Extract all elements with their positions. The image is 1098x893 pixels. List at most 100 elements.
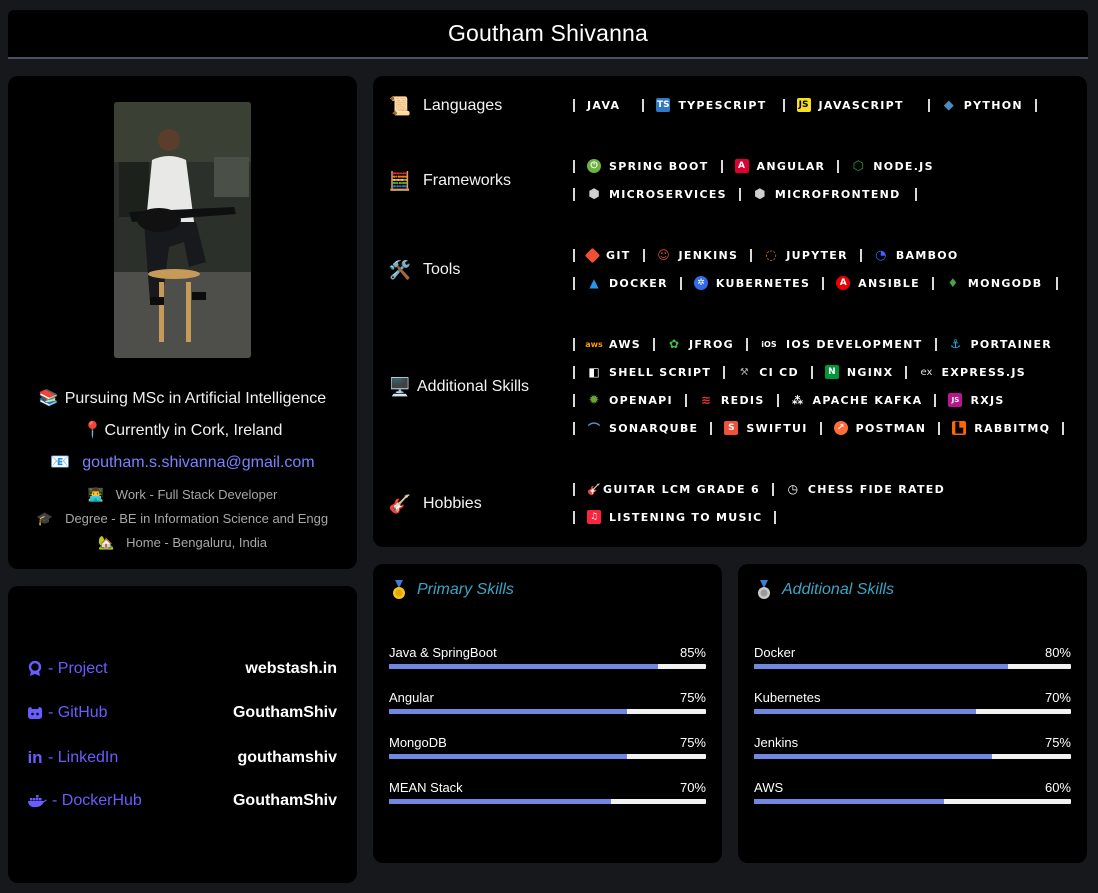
- label-text: GUITAR LCM GRADE 6: [603, 482, 760, 496]
- badge-row: ◧ SHELL SCRIPT ⚒ CI CD N NGINX ex EXPRESS.JS: [567, 364, 1032, 380]
- link-value[interactable]: GouthamShiv: [233, 704, 337, 722]
- profile-card: 📚 Pursuing MSc in Artificial Intelligence…: [8, 76, 357, 569]
- kubernetes-icon: ✲: [693, 276, 708, 290]
- redis-icon: ≋: [700, 393, 711, 407]
- shell-icon: ◧: [588, 365, 600, 379]
- label-text: PORTAINER: [970, 337, 1053, 351]
- progress-fill: [754, 664, 1008, 669]
- jfrog-icon: ✿: [668, 337, 680, 351]
- badge-separator: [905, 365, 908, 379]
- label-text: RABBITMQ: [974, 421, 1051, 435]
- badge-separator: [819, 421, 822, 435]
- express-icon: ex: [920, 366, 933, 378]
- badge-separator: [774, 510, 777, 524]
- label-text: SWIFTUI: [746, 421, 808, 435]
- badge-git: GIT: [581, 247, 637, 263]
- progress-fill: [389, 664, 659, 669]
- link-row-dockerhub[interactable]: - DockerHub GouthamShiv: [26, 792, 337, 810]
- badge-separator: [573, 393, 575, 407]
- badge-row: GIT ☺ JENKINS ◌ JUPYTER ◔ BAMBOO: [567, 247, 965, 263]
- badge-separator: [822, 276, 825, 290]
- link-label[interactable]: - DockerHub: [26, 792, 142, 810]
- email-line: 📧 goutham.s.shivanna@gmail.com: [8, 452, 357, 472]
- link-label[interactable]: - GitHub: [26, 704, 108, 722]
- docker-icon: ▲: [589, 276, 599, 290]
- badge-ios: iOS IOS DEVELOPMENT: [754, 337, 929, 351]
- badge-separator: [1056, 276, 1059, 290]
- badge-microservices: ⬢ MICROSERVICES: [581, 187, 733, 202]
- label-text: MICROSERVICES: [609, 187, 727, 201]
- progress-bar: [389, 709, 706, 714]
- badge-separator: [684, 393, 687, 407]
- jenkins-icon: ☺: [657, 248, 670, 262]
- badge-separator: [738, 187, 741, 201]
- progress-label-row: Java & SpringBoot 85%: [389, 645, 706, 660]
- swift-icon: S: [724, 421, 739, 435]
- docker-icon: [26, 794, 48, 808]
- progress-row: AWS 60%: [754, 780, 1071, 804]
- badge-rxjs: JS RXJS: [942, 393, 1010, 407]
- linkedin-icon: in: [27, 748, 43, 767]
- link-label[interactable]: - Project: [26, 660, 108, 678]
- progress-label-row: AWS 60%: [754, 780, 1071, 795]
- badge-bamboo: ◔ BAMBOO: [868, 248, 965, 263]
- link-row-linkedin[interactable]: in - LinkedIn gouthamshiv: [26, 748, 337, 768]
- label-text: 75%: [1044, 735, 1071, 750]
- progress-row: Kubernetes 70%: [754, 690, 1071, 714]
- label-text: 60%: [1044, 780, 1071, 795]
- badge-expressjs: ex EXPRESS.JS: [913, 365, 1032, 379]
- label-text: SPRING BOOT: [609, 159, 709, 173]
- progress-bar: [754, 799, 1071, 804]
- badge-separator: [782, 98, 785, 112]
- openapi-icon: ✹: [588, 392, 600, 408]
- badge-separator: [573, 337, 575, 351]
- badge-jupyter: ◌ JUPYTER: [758, 247, 854, 263]
- cube-icon: ⬢: [754, 186, 766, 202]
- abacus-icon: 🧮: [388, 170, 412, 191]
- badge-chess: ◷ CHESS FIDE RATED: [780, 482, 951, 496]
- label-text: POSTMAN: [855, 421, 927, 435]
- badge-separator: [810, 365, 813, 379]
- additional-skills-card: Additional Skills Docker 80% Kubernetes 70…: [738, 564, 1087, 863]
- gold-medal-icon: [393, 580, 405, 599]
- email-link[interactable]: goutham.s.shivanna@gmail.com: [82, 454, 314, 471]
- link-value[interactable]: webstash.in: [245, 660, 337, 678]
- label-text: REDIS: [720, 393, 765, 407]
- badge-separator: [720, 159, 723, 173]
- badge-jfrog: ✿ JFROG: [661, 337, 740, 351]
- study-text: Pursuing MSc in Artificial Intelligence: [64, 390, 327, 407]
- badge-aws: aws AWS: [581, 337, 647, 351]
- page-title: Goutham Shivanna: [447, 20, 649, 46]
- badge-sonarqube: ⌒ SONARQUBE: [581, 421, 704, 436]
- label-text: Docker: [754, 645, 796, 660]
- label-text: ANSIBLE: [858, 276, 920, 290]
- link-row-project[interactable]: - Project webstash.in: [26, 660, 337, 678]
- badge-row: ✹ OPENAPI ≋ REDIS ⁂ APACHE KAFKA JS RXJS: [567, 392, 1011, 408]
- music-icon: ♫: [587, 510, 601, 524]
- jupyter-icon: ◌: [765, 247, 777, 263]
- category-additional-skills: 🖥️ Additional Skills: [388, 376, 530, 397]
- link-label[interactable]: in - LinkedIn: [26, 748, 118, 768]
- label-text: MONGODB: [967, 276, 1043, 290]
- badge-separator: [837, 159, 840, 173]
- badge-separator: [679, 276, 682, 290]
- tools-icon: 🛠️: [388, 259, 412, 280]
- link-value[interactable]: GouthamShiv: [233, 792, 337, 810]
- ansible-icon: A: [836, 276, 851, 290]
- progress-label-row: Jenkins 75%: [754, 735, 1071, 750]
- label-text: JAVA: [587, 98, 621, 112]
- category-hobbies: 🎸 Hobbies: [388, 493, 482, 514]
- label-text: 75%: [679, 690, 706, 705]
- aws-icon: aws: [585, 339, 603, 349]
- progress-bar: [389, 664, 706, 669]
- badge-separator: [573, 248, 575, 262]
- wrench-icon: ⚒: [739, 366, 749, 378]
- badge-separator: [652, 337, 655, 351]
- label-text: JAVASCRIPT: [818, 98, 904, 112]
- label-text: 80%: [1044, 645, 1071, 660]
- link-row-github[interactable]: - GitHub GouthamShiv: [26, 704, 337, 722]
- badge-row: 🎸 GUITAR LCM GRADE 6 ◷ CHESS FIDE RATED: [567, 481, 951, 497]
- link-value[interactable]: gouthamshiv: [237, 749, 337, 767]
- label-text: NODE.JS: [873, 159, 934, 173]
- badge-music: ♫ LISTENING TO MUSIC: [581, 510, 768, 524]
